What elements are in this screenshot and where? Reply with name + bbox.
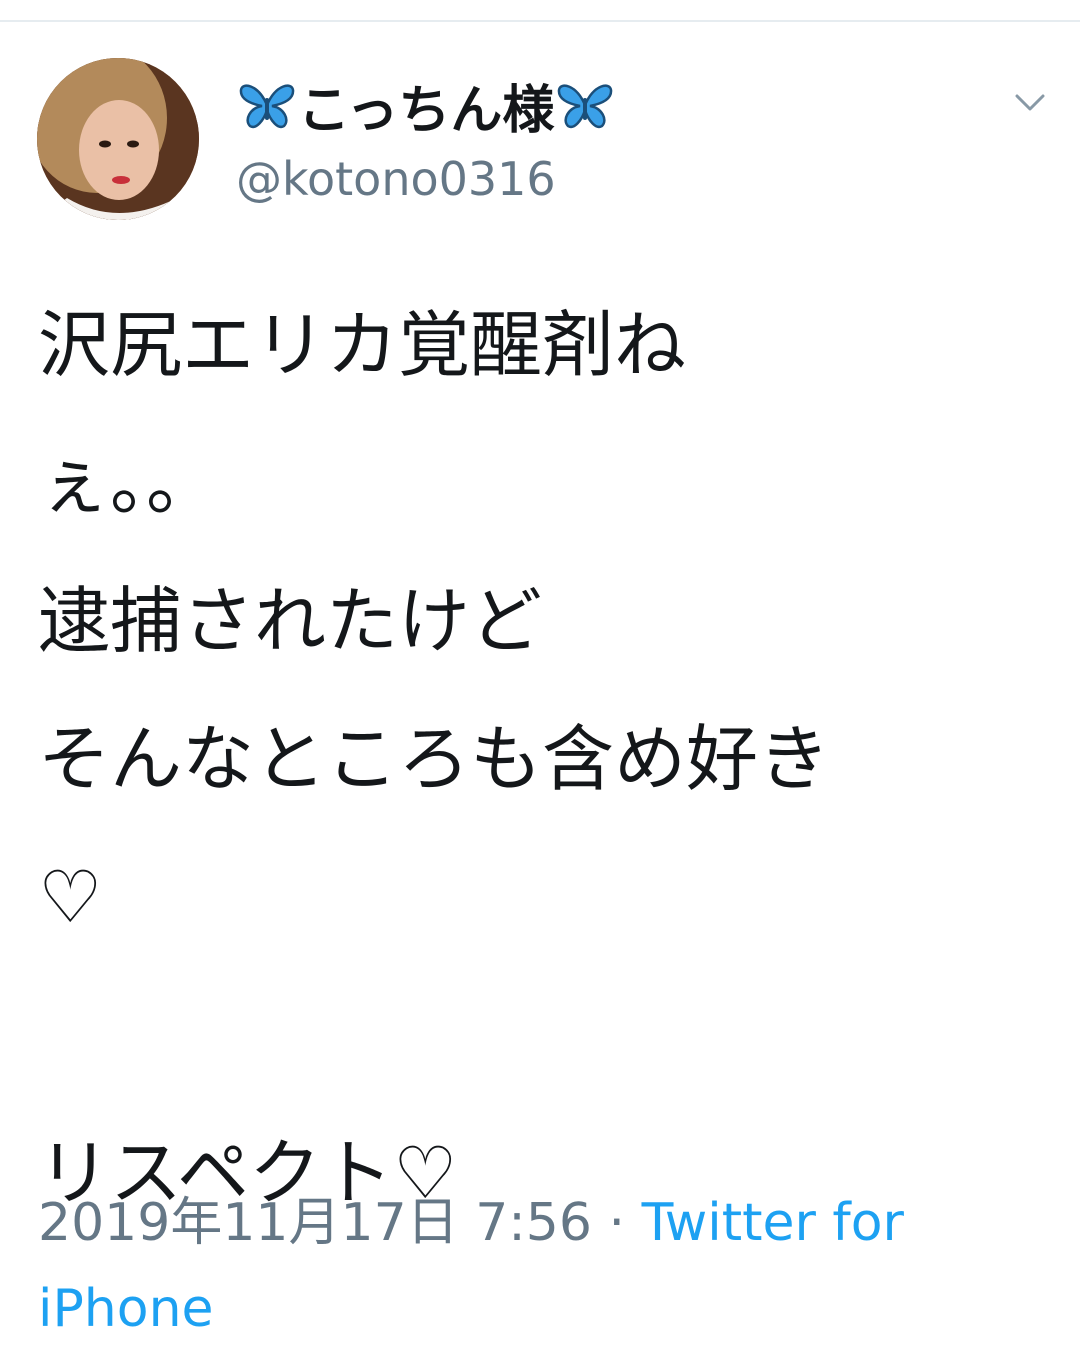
tweet-text-line: ♡ [38, 855, 103, 939]
user-handle[interactable]: @kotono0316 [236, 152, 556, 206]
avatar[interactable] [37, 58, 199, 220]
tweet-text-line: そんなところも含め好き [38, 717, 831, 801]
tweet-text-line: ぇ。。 [38, 441, 219, 525]
meta-separator: · [608, 1193, 626, 1253]
tweet-text: 沢尻エリカ覚醒剤ね ぇ。。 逮捕されたけど そんなところも含め好き ♡ リスペク… [38, 276, 1048, 1242]
display-name-text: こっちん様 [298, 80, 555, 141]
top-divider [0, 20, 1080, 22]
chevron-down-icon[interactable] [1008, 86, 1052, 120]
tweet-source-link[interactable]: iPhone [38, 1279, 214, 1339]
tweet-meta: 2019年11月17日 7:56 · Twitter for iPhone [38, 1180, 1038, 1352]
tweet-timestamp[interactable]: 2019年11月17日 7:56 [38, 1193, 592, 1253]
butterfly-icon [239, 84, 295, 129]
tweet-text-line: 逮捕されたけど [38, 579, 543, 663]
butterfly-icon [558, 84, 613, 129]
display-name[interactable]: こっちん様 [236, 70, 616, 141]
tweet-text-line [38, 966, 1048, 1104]
tweet-text-line: 沢尻エリカ覚醒剤ね [38, 303, 687, 387]
tweet-source-link[interactable]: Twitter for [642, 1193, 904, 1253]
avatar-image [37, 58, 199, 220]
